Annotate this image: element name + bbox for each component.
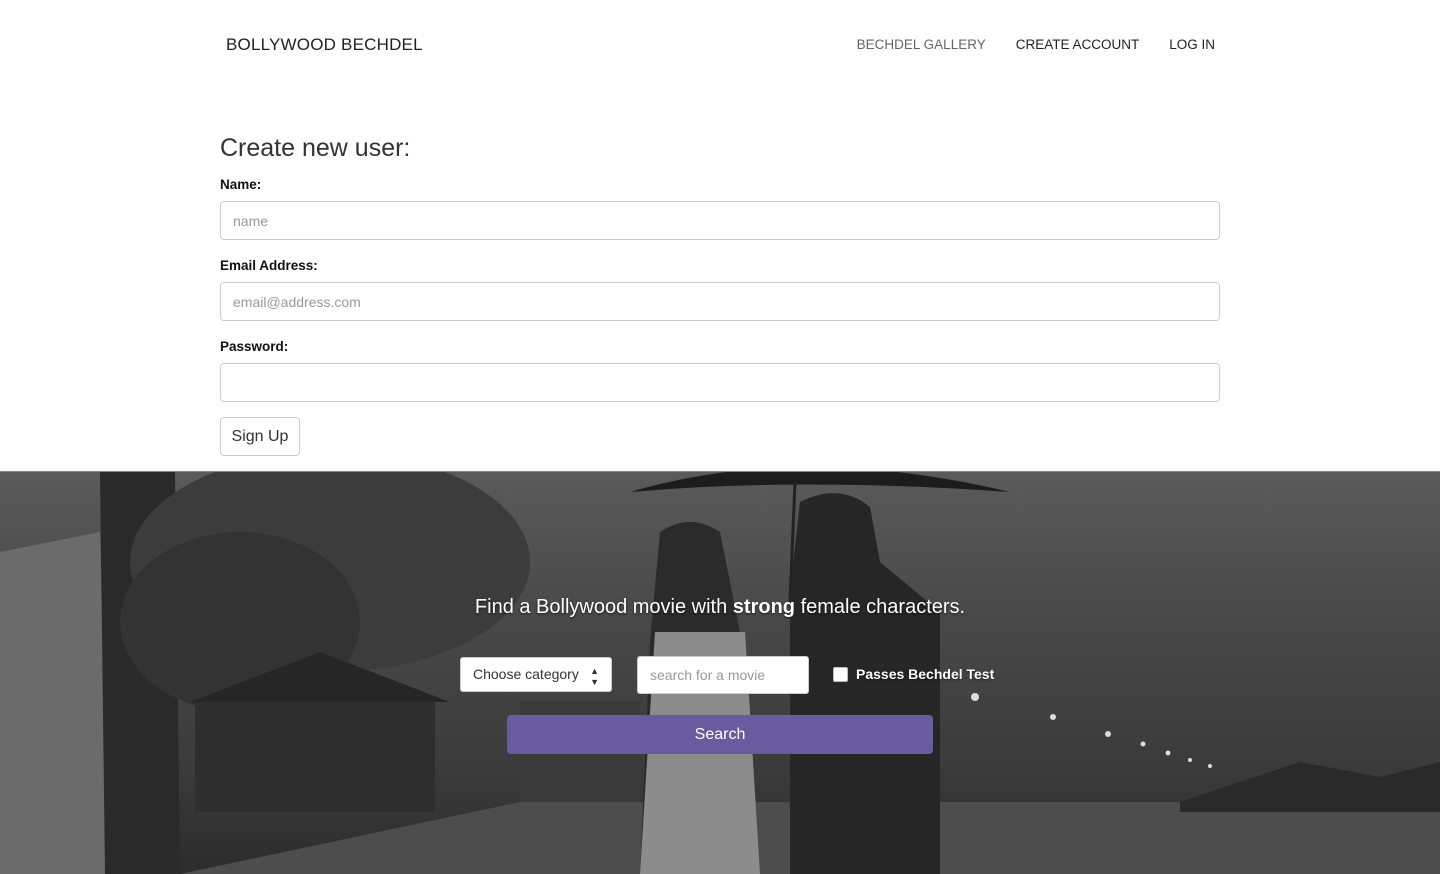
email-input[interactable] [220, 282, 1220, 321]
sign-up-button[interactable]: Sign Up [220, 417, 300, 456]
figure-man [790, 493, 940, 874]
bechdel-checkbox-label[interactable]: Passes Bechdel Test [856, 666, 994, 682]
email-label: Email Address: [220, 258, 318, 273]
bechdel-checkbox[interactable] [833, 666, 848, 682]
bechdel-filter[interactable]: Passes Bechdel Test [833, 666, 994, 682]
building [195, 702, 435, 812]
nav-links: BECHDEL GALLERY CREATE ACCOUNT LOG IN [857, 37, 1215, 52]
hero-tagline: Find a Bollywood movie with strong femal… [0, 596, 1440, 619]
password-label: Password: [220, 339, 289, 354]
name-label: Name: [220, 177, 262, 192]
nav-link-log-in[interactable]: LOG IN [1169, 37, 1215, 52]
movie-search-input[interactable] [637, 656, 809, 694]
nav-link-bechdel-gallery[interactable]: BECHDEL GALLERY [857, 37, 986, 52]
tagline-text: Find a Bollywood movie with [474, 596, 733, 618]
search-button[interactable]: Search [507, 715, 933, 754]
select-arrows-icon: ▲ ▼ [590, 666, 599, 687]
umbrella [630, 472, 1010, 492]
brand-logo[interactable]: BOLLYWOOD BECHDEL [226, 35, 423, 55]
navbar: BOLLYWOOD BECHDEL BECHDEL GALLERY CREATE… [0, 0, 1440, 90]
nav-link-create-account[interactable]: CREATE ACCOUNT [1016, 37, 1140, 52]
category-select-value: Choose category [473, 666, 579, 682]
name-input[interactable] [220, 201, 1220, 240]
category-select[interactable]: Choose category ▲ ▼ [460, 657, 612, 692]
stone-wall [0, 532, 110, 874]
form-title: Create new user: [220, 134, 411, 162]
tagline-text-end: female characters. [795, 596, 966, 618]
password-input[interactable] [220, 363, 1220, 402]
hero-search-section: Find a Bollywood movie with strong femal… [0, 471, 1440, 874]
tagline-emphasis: strong [732, 596, 796, 618]
